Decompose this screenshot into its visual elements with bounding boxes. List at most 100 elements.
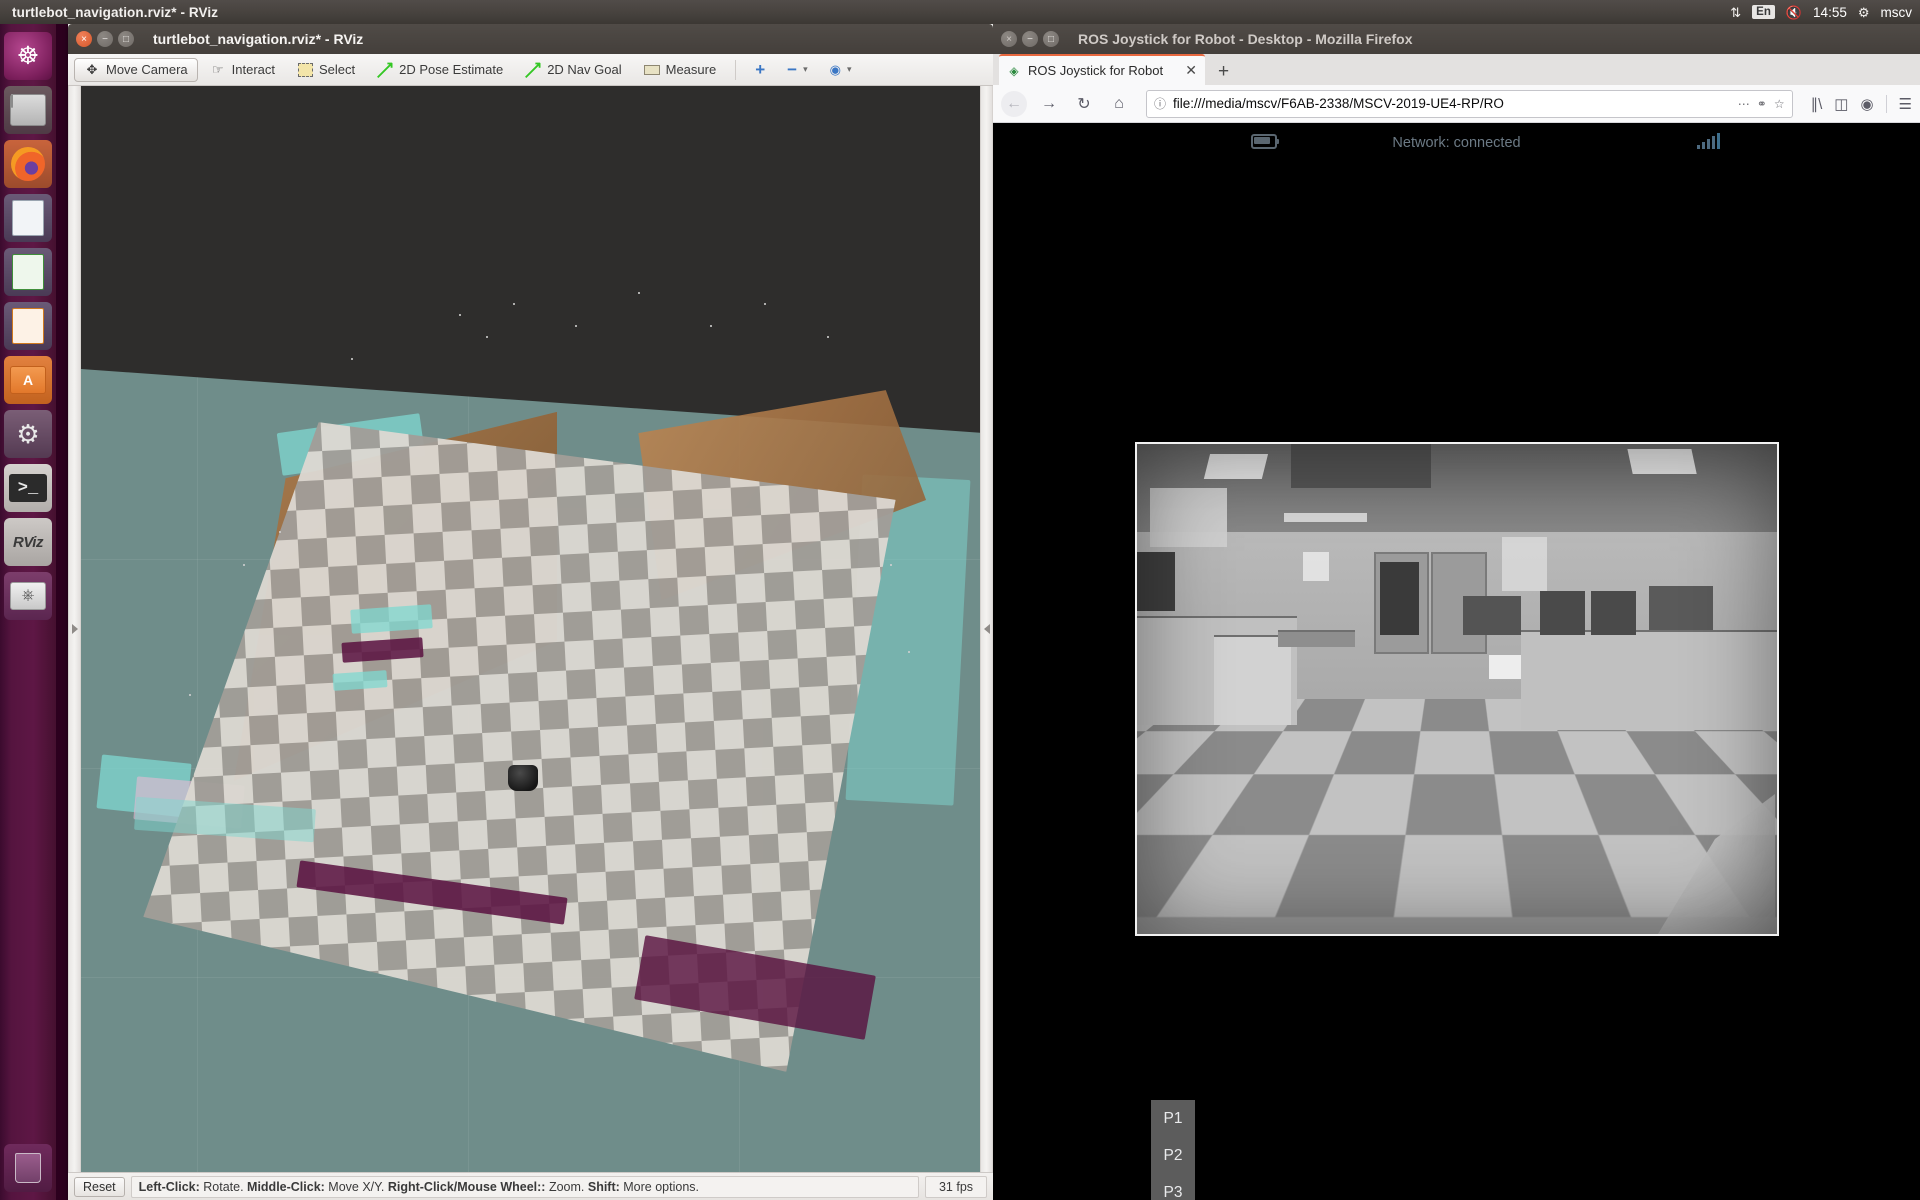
hint-left-click-text: Rotate. — [199, 1180, 248, 1194]
rviz-titlebar[interactable]: × − □ turtlebot_navigation.rviz* - RViz — [68, 24, 993, 54]
tool-measure[interactable]: Measure — [634, 58, 727, 82]
network-updown-icon[interactable]: ⇅ — [1730, 6, 1741, 19]
green-arrow-icon: ⟶ — [519, 56, 548, 84]
joystick-web-page[interactable]: Network: connected P1 P2 P3 — [993, 123, 1920, 1200]
top-panel-indicators: ⇅ En 🔇 14:55 ⚙ mscv — [1730, 0, 1916, 24]
hand-pointer-icon: ☞ — [211, 61, 224, 77]
launcher-item-trash[interactable] — [4, 1144, 52, 1192]
launcher-item-usb-drive[interactable]: ⎈ — [4, 572, 52, 620]
address-bar-value[interactable]: file:///media/mscv/F6AB-2338/MSCV-2019-U… — [1173, 96, 1731, 111]
tool-select[interactable]: Select — [287, 58, 365, 82]
pad-button-p1[interactable]: P1 — [1151, 1100, 1195, 1137]
visibility-button[interactable]: ◉ ▾ — [820, 58, 862, 82]
tool-interact-label: Interact — [231, 62, 275, 77]
launcher-item-libreoffice-writer[interactable] — [4, 194, 52, 242]
hint-left-click-key: Left-Click: — [138, 1180, 200, 1194]
minus-icon: − — [787, 60, 798, 79]
reset-button[interactable]: Reset — [74, 1177, 125, 1197]
tool-measure-label: Measure — [665, 62, 717, 77]
tool-2d-nav-goal[interactable]: ⟶ 2D Nav Goal — [515, 56, 631, 84]
toolbar-separator — [735, 59, 737, 80]
launcher-item-rviz[interactable]: RViz — [4, 518, 52, 566]
hamburger-menu-icon[interactable]: ☰ — [1899, 95, 1912, 113]
chevron-down-icon[interactable]: ▾ — [847, 64, 852, 75]
tool-2d-pose-estimate[interactable]: ⟶ 2D Pose Estimate — [367, 56, 513, 84]
rviz-body — [68, 86, 993, 1172]
info-circle-icon[interactable]: ⓘ — [1154, 95, 1166, 112]
address-bar[interactable]: ⓘ file:///media/mscv/F6AB-2338/MSCV-2019… — [1146, 89, 1793, 118]
launcher-item-libreoffice-calc[interactable] — [4, 248, 52, 296]
rviz-mouse-hint: Left-Click: Rotate. Middle-Click: Move X… — [130, 1176, 919, 1198]
unity-launcher: ☸ A ⚙ >_ RViz ⎈ — [0, 24, 56, 1200]
arrow-right-icon[interactable]: → — [1036, 91, 1062, 117]
chevron-right-icon[interactable] — [71, 624, 78, 634]
right-panel-splitter[interactable] — [980, 86, 993, 1172]
rviz-3d-viewport[interactable] — [81, 86, 980, 1172]
pad-button-p2[interactable]: P2 — [1151, 1137, 1195, 1174]
star-icon[interactable]: ☆ — [1774, 97, 1785, 111]
chevron-down-icon[interactable]: ▾ — [803, 64, 808, 75]
terminal-icon: >_ — [9, 474, 47, 502]
tool-2d-pose-estimate-label: 2D Pose Estimate — [399, 62, 504, 77]
rviz-icon: RViz — [13, 533, 43, 551]
rviz-close-button[interactable]: × — [76, 31, 92, 47]
arrow-left-icon[interactable]: ← — [1001, 90, 1027, 117]
ubuntu-logo-icon: ☸ — [16, 42, 40, 70]
camera-vignette — [1137, 444, 1777, 934]
hint-right-click-text: Zoom. — [545, 1180, 588, 1194]
ubuntu-top-panel: turtlebot_navigation.rviz* - RViz ⇅ En 🔇… — [0, 0, 1920, 24]
pad-button-p3[interactable]: P3 — [1151, 1174, 1195, 1200]
gear-icon[interactable]: ⚙ — [1858, 6, 1870, 19]
firefox-window[interactable]: × − □ ROS Joystick for Robot - Desktop -… — [993, 24, 1920, 1200]
camera-frame — [1137, 444, 1777, 934]
sidebar-icon[interactable]: ◫ — [1834, 95, 1848, 113]
launcher-item-ubuntu-dash[interactable]: ☸ — [4, 32, 52, 80]
firefox-minimize-button[interactable]: − — [1022, 31, 1038, 47]
tool-move-camera-label: Move Camera — [106, 62, 188, 77]
launcher-item-software-center[interactable]: A — [4, 356, 52, 404]
trash-icon — [15, 1153, 41, 1183]
new-tab-button[interactable]: + — [1205, 62, 1242, 81]
volume-muted-icon[interactable]: 🔇 — [1786, 6, 1802, 19]
chevron-left-icon[interactable] — [983, 624, 990, 634]
launcher-item-files[interactable] — [4, 86, 52, 134]
tool-interact[interactable]: ☞ Interact — [200, 58, 285, 82]
firefox-navbar: ← → ↻ ⌂ ⓘ file:///media/mscv/F6AB-2338/M… — [993, 85, 1920, 123]
ellipsis-icon[interactable]: ⋯ — [1738, 97, 1750, 111]
keyboard-layout-indicator[interactable]: En — [1752, 5, 1775, 19]
fps-counter: 31 fps — [925, 1176, 987, 1198]
reload-icon[interactable]: ↻ — [1071, 91, 1097, 117]
tool-move-camera[interactable]: ✥ Move Camera — [74, 57, 198, 82]
browser-tab[interactable]: ◈ ROS Joystick for Robot ✕ — [999, 54, 1205, 85]
launcher-item-terminal[interactable]: >_ — [4, 464, 52, 512]
select-rectangle-icon — [297, 62, 313, 78]
ruler-icon — [643, 62, 660, 78]
hint-shift-key: Shift: — [587, 1180, 620, 1194]
green-arrow-icon: ⟶ — [371, 56, 400, 84]
robot-camera-feed — [1135, 442, 1779, 936]
launcher-item-firefox[interactable] — [4, 140, 52, 188]
toolbar-divider — [1885, 94, 1887, 113]
clock-indicator[interactable]: 14:55 — [1813, 5, 1847, 20]
home-icon[interactable]: ⌂ — [1106, 91, 1132, 117]
firefox-window-title: ROS Joystick for Robot - Desktop - Mozil… — [1078, 31, 1413, 47]
rviz-maximize-button[interactable]: □ — [118, 31, 134, 47]
firefox-close-button[interactable]: × — [1001, 31, 1017, 47]
pocket-icon[interactable]: ⚭ — [1757, 97, 1767, 111]
account-icon[interactable]: ◉ — [1860, 95, 1873, 113]
library-icon[interactable]: ∥\ — [1811, 95, 1823, 113]
username-indicator[interactable]: mscv — [1881, 5, 1913, 20]
launcher-item-libreoffice-impress[interactable] — [4, 302, 52, 350]
hint-right-click-key: Right-Click/Mouse Wheel:: — [387, 1180, 546, 1194]
remove-tool-button[interactable]: − ▾ — [777, 57, 817, 82]
rviz-window[interactable]: × − □ turtlebot_navigation.rviz* - RViz … — [68, 24, 993, 1200]
close-icon[interactable]: ✕ — [1185, 62, 1197, 79]
add-tool-button[interactable]: + — [745, 57, 775, 82]
rviz-statusbar: Reset Left-Click: Rotate. Middle-Click: … — [68, 1172, 993, 1200]
firefox-maximize-button[interactable]: □ — [1043, 31, 1059, 47]
firefox-titlebar[interactable]: × − □ ROS Joystick for Robot - Desktop -… — [993, 24, 1920, 54]
launcher-item-system-settings[interactable]: ⚙ — [4, 410, 52, 458]
rviz-minimize-button[interactable]: − — [97, 31, 113, 47]
left-panel-splitter[interactable] — [68, 86, 81, 1172]
document-icon — [12, 200, 44, 236]
